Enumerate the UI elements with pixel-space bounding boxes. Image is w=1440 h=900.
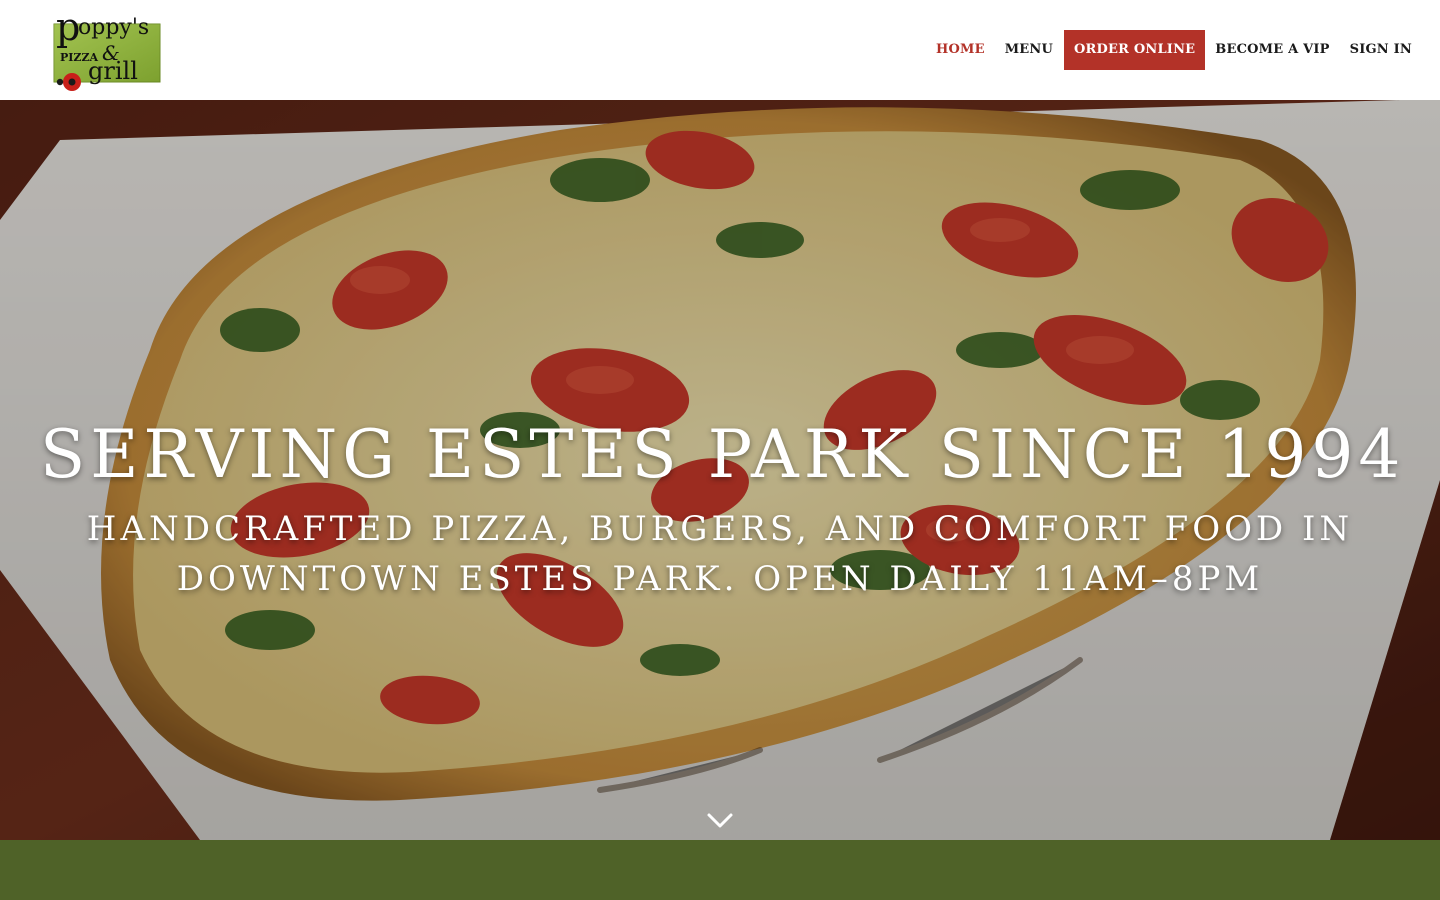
site-header: p oppy's PIZZA & grill HOME MENU ORDER O… bbox=[0, 0, 1440, 100]
green-content-band bbox=[0, 840, 1440, 900]
hero-title: Serving Estes Park Since 1994 bbox=[40, 416, 1406, 493]
nav-item-become-a-vip[interactable]: BECOME A VIP bbox=[1205, 30, 1339, 70]
hero-section: Serving Estes Park Since 1994 Handcrafte… bbox=[0, 100, 1440, 840]
poppys-logo-icon: p oppy's PIZZA & grill bbox=[53, 5, 161, 91]
svg-text:grill: grill bbox=[88, 57, 138, 85]
site-logo[interactable]: p oppy's PIZZA & grill bbox=[52, 4, 164, 96]
nav-item-sign-in[interactable]: SIGN IN bbox=[1340, 30, 1422, 70]
svg-text:p: p bbox=[56, 5, 80, 49]
hero-text-block: Serving Estes Park Since 1994 Handcrafte… bbox=[0, 100, 1440, 840]
nav-item-home[interactable]: HOME bbox=[926, 30, 995, 70]
chevron-down-icon[interactable] bbox=[704, 808, 736, 832]
nav-item-menu[interactable]: MENU bbox=[995, 30, 1063, 70]
nav-item-order-online[interactable]: ORDER ONLINE bbox=[1064, 30, 1206, 70]
svg-text:oppy's: oppy's bbox=[78, 15, 149, 40]
main-nav: HOME MENU ORDER ONLINE BECOME A VIP SIGN… bbox=[926, 30, 1422, 70]
hero-subtitle: Handcrafted pizza, burgers, and comfort … bbox=[86, 509, 1354, 599]
